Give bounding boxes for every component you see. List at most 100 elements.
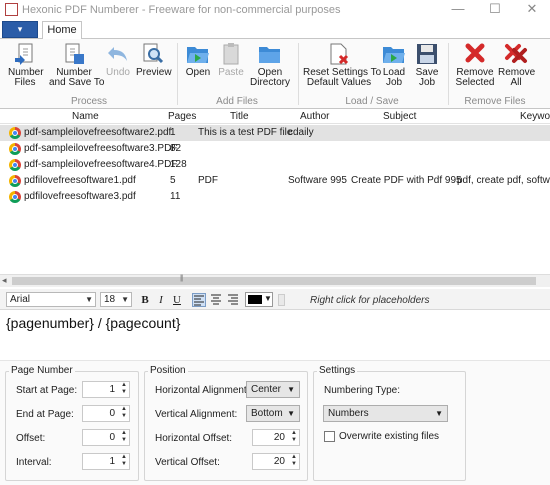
end-at-page-value: 0 xyxy=(109,408,115,419)
column-header-subject[interactable]: Subject xyxy=(383,111,416,122)
color-swatch xyxy=(248,295,262,304)
reset-label-2: Default Values xyxy=(306,77,372,88)
overwrite-checkbox[interactable] xyxy=(324,431,335,442)
offset-label: Offset: xyxy=(16,433,46,444)
start-at-page-value: 1 xyxy=(109,384,115,395)
column-header-author[interactable]: Author xyxy=(300,111,329,122)
table-row[interactable]: pdf-sampleilovefreesoftware2.pdf 1 This … xyxy=(0,125,550,141)
offset-stepper[interactable]: 0 ▲ ▼ xyxy=(82,429,130,446)
scroll-left-arrow-icon[interactable]: ◂ xyxy=(2,275,7,286)
table-row[interactable]: pdf-sampleilovefreesoftware3.PDF 82 xyxy=(0,141,550,157)
position-legend: Position xyxy=(148,365,188,376)
horizontal-alignment-label: Horizontal Alignment: xyxy=(155,385,250,396)
close-button[interactable]: ✕ xyxy=(514,0,550,20)
overwrite-label[interactable]: Overwrite existing files xyxy=(339,431,439,442)
stepper-arrows-icon[interactable]: ▲ ▼ xyxy=(121,406,127,420)
minimize-button[interactable]: — xyxy=(440,0,476,20)
end-at-page-stepper[interactable]: 0 ▲ ▼ xyxy=(82,405,130,422)
cell-name: pdf-sampleilovefreesoftware3.PDF xyxy=(24,143,178,154)
scrollbar-thumb[interactable] xyxy=(12,277,536,285)
cell-name: pdfilovefreesoftware1.pdf xyxy=(24,175,136,186)
open-directory-button[interactable]: Open Directory xyxy=(250,43,290,88)
horizontal-offset-label: Horizontal Offset: xyxy=(155,433,233,444)
bold-button[interactable]: B xyxy=(138,293,152,307)
scrollbar-grip-icon: ||| xyxy=(180,275,184,282)
app-icon xyxy=(5,3,18,16)
cell-pages: 82 xyxy=(170,143,182,154)
file-list-header: Name Pages Title Author Subject Keywor xyxy=(0,110,550,124)
preview-button[interactable]: Preview xyxy=(136,43,172,78)
remove-all-label-2: All xyxy=(510,77,522,88)
stepper-arrows-icon[interactable]: ▲ ▼ xyxy=(121,382,127,396)
document-save-icon xyxy=(62,43,86,65)
align-right-button[interactable] xyxy=(226,293,240,307)
number-and-save-to-button[interactable]: Number and Save To xyxy=(49,43,104,88)
pdf-file-icon xyxy=(9,143,21,155)
remove-selected-button[interactable]: Remove Selected xyxy=(455,43,495,88)
interval-stepper[interactable]: 1 ▲ ▼ xyxy=(82,453,130,470)
editor-text[interactable]: {pagenumber} / {pagecount} xyxy=(6,315,180,331)
column-header-pages[interactable]: Pages xyxy=(168,111,196,122)
number-save-label-2: and Save To xyxy=(49,77,105,88)
cell-subject: Create PDF with Pdf 995 xyxy=(351,175,462,186)
cell-pages: 1 xyxy=(170,127,176,138)
maximize-button[interactable]: ☐ xyxy=(477,0,513,20)
italic-button[interactable]: I xyxy=(154,293,168,307)
horizontal-offset-stepper[interactable]: 20 ▲ ▼ xyxy=(252,429,300,446)
open-button[interactable]: Open xyxy=(184,43,212,78)
stepper-arrows-icon[interactable]: ▲ ▼ xyxy=(121,430,127,444)
tab-home[interactable]: Home xyxy=(42,21,82,40)
numbering-type-select[interactable]: Numbers ▼ xyxy=(323,405,448,422)
vertical-offset-value: 20 xyxy=(273,456,285,467)
vertical-alignment-select[interactable]: Bottom ▼ xyxy=(246,405,300,422)
chevron-down-icon: ▼ xyxy=(264,294,272,303)
file-menu-button[interactable]: ▾ xyxy=(2,21,38,38)
open-directory-label-2: Directory xyxy=(250,77,291,88)
horizontal-alignment-select[interactable]: Center ▼ xyxy=(246,381,300,398)
text-color-picker[interactable]: ▼ xyxy=(245,292,273,307)
paste-label: Paste xyxy=(218,67,244,78)
vertical-offset-stepper[interactable]: 20 ▲ ▼ xyxy=(252,453,300,470)
font-size-select[interactable]: 18 ▼ xyxy=(100,292,132,307)
start-at-page-stepper[interactable]: 1 ▲ ▼ xyxy=(82,381,130,398)
table-row[interactable]: pdfilovefreesoftware1.pdf 5 PDF Software… xyxy=(0,173,550,189)
pdf-file-icon xyxy=(9,159,21,171)
paste-button[interactable]: Paste xyxy=(217,43,245,78)
undo-button[interactable]: Undo xyxy=(103,43,133,78)
number-files-button[interactable]: Number Files xyxy=(8,43,44,88)
table-row[interactable]: pdfilovefreesoftware3.pdf 11 xyxy=(0,189,550,205)
column-header-title[interactable]: Title xyxy=(230,111,249,122)
column-header-keywords[interactable]: Keywor xyxy=(520,111,550,122)
table-row[interactable]: pdf-sampleilovefreesoftware4.PDF 128 xyxy=(0,157,550,173)
align-center-button[interactable] xyxy=(209,293,223,307)
cell-keywords: pdf, create pdf, softwa xyxy=(457,175,550,186)
pdf-file-icon xyxy=(9,175,21,187)
align-left-button[interactable] xyxy=(192,293,206,307)
number-text-editor[interactable]: {pagenumber} / {pagecount} xyxy=(0,310,550,360)
magnifier-icon xyxy=(141,43,165,65)
remove-all-button[interactable]: Remove All xyxy=(498,43,535,88)
ribbon-separator xyxy=(177,43,178,105)
stepper-arrows-icon[interactable]: ▲ ▼ xyxy=(121,454,127,468)
font-family-value: Arial xyxy=(10,294,31,305)
cell-name: pdf-sampleilovefreesoftware2.pdf xyxy=(24,127,172,138)
underline-button[interactable]: U xyxy=(170,293,184,307)
font-family-select[interactable]: Arial ▼ xyxy=(6,292,96,307)
load-job-button[interactable]: Load Job xyxy=(380,43,408,88)
pdf-file-icon xyxy=(9,191,21,203)
chevron-down-icon: ▼ xyxy=(85,295,93,304)
ribbon-separator xyxy=(298,43,299,105)
numbering-type-value: Numbers xyxy=(328,408,369,419)
reset-settings-button[interactable]: Reset Settings To Default Values xyxy=(303,43,381,88)
title-bar: Hexonic PDF Numberer - Freeware for non-… xyxy=(0,0,550,20)
save-job-button[interactable]: Save Job xyxy=(413,43,441,88)
folder-load-icon xyxy=(382,43,406,65)
stepper-arrows-icon[interactable]: ▲ ▼ xyxy=(291,454,297,468)
column-header-name[interactable]: Name xyxy=(72,111,99,122)
horizontal-scrollbar[interactable]: ◂ ||| xyxy=(0,274,550,287)
stepper-arrows-icon[interactable]: ▲ ▼ xyxy=(291,430,297,444)
interval-value: 1 xyxy=(109,456,115,467)
horizontal-alignment-value: Center xyxy=(251,384,282,395)
end-at-page-label: End at Page: xyxy=(16,409,74,420)
open-label: Open xyxy=(185,67,211,78)
